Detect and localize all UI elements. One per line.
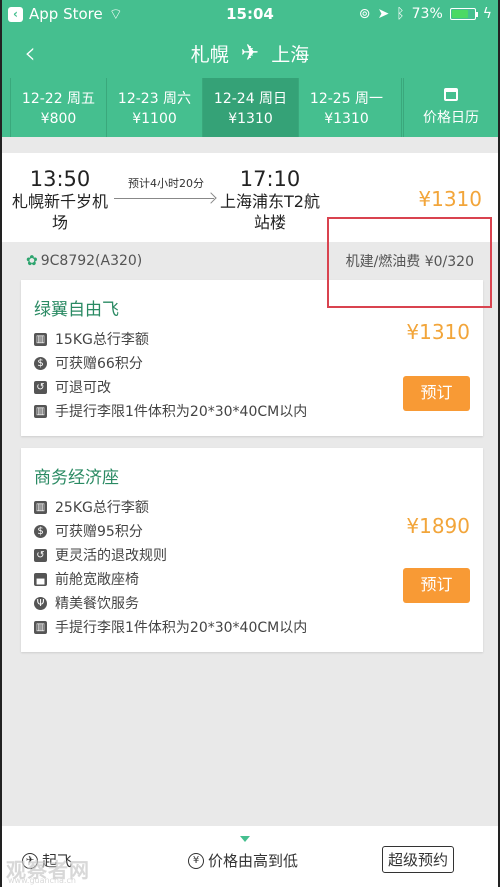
luggage-icon: ▥ — [34, 404, 47, 418]
arrival: 17:10 上海浦东T2航站楼 — [220, 167, 320, 233]
date-tab[interactable]: 12-24 周日 ¥1310 — [202, 78, 298, 137]
date-tab[interactable]: 12-23 周六 ¥1100 — [106, 78, 202, 137]
feature-item: $ 可获赠95积分 — [34, 519, 307, 543]
seat-icon: ▄ — [34, 572, 47, 586]
watermark-url: www.guancha.cn — [8, 876, 76, 885]
origin-city: 札幌 — [190, 44, 229, 66]
date-tab[interactable]: 12-25 周一 ¥1310 — [298, 78, 394, 137]
date-tab-date: 12-25 周一 — [309, 91, 384, 107]
bluetooth-icon: ᛒ — [396, 6, 405, 22]
yuan-icon: ¥ — [188, 852, 204, 869]
flight-duration: 预计4小时20分 — [128, 177, 204, 190]
cabin-title: 商务经济座 — [34, 468, 119, 488]
price-calendar-label: 价格日历 — [423, 110, 479, 126]
feature-item: ▥ 15KG总行李额 — [34, 327, 307, 351]
cabin-price: ¥1890 — [406, 514, 470, 538]
bottom-toolbar: ✈ 起飞 ¥ 价格由高到低 超级预约 观察者网 www.guancha.cn — [2, 826, 498, 887]
feature-text: 15KG总行李额 — [55, 332, 149, 348]
feature-text: 25KG总行李额 — [55, 500, 149, 516]
points-icon: $ — [34, 356, 47, 370]
feature-list: ▥ 25KG总行李额 $ 可获赠95积分 ↺ 更灵活的退改规则 ▄ 前舱宽敞座椅 Ψ 精美… — [34, 495, 307, 639]
feature-text: 前舱宽敞座椅 — [55, 572, 139, 588]
plane-icon: ✈ — [240, 41, 260, 66]
feature-list: ▥ 15KG总行李额 $ 可获赠66积分 ↺ 可退可改 ▥ 手提行李限1件体积为20*3… — [34, 327, 307, 423]
cabin-price: ¥1310 — [406, 320, 470, 344]
calendar-icon — [444, 88, 458, 101]
feature-text: 更灵活的退改规则 — [55, 548, 167, 564]
airline-logo-icon: ✿ — [26, 253, 38, 269]
feature-item: ▥ 手提行李限1件体积为20*30*40CM以内 — [34, 399, 307, 423]
flight-info-row: ✿ 9C8792(A320) 机建/燃油费 ¥0/320 — [2, 242, 498, 280]
airport-fuel-tax: 机建/燃油费 ¥0/320 — [345, 254, 474, 270]
feature-text: 可退可改 — [55, 380, 111, 396]
back-app-label[interactable]: App Store — [29, 5, 103, 23]
points-icon: $ — [34, 524, 47, 538]
refund-icon: ↺ — [34, 548, 47, 562]
back-to-app-icon[interactable]: ‹ — [8, 6, 23, 22]
book-button[interactable]: 预订 — [403, 376, 470, 411]
status-bar: ‹ App Store ⌔ 15:04 ⊚ ➤ ᛒ 73% ϟ — [2, 0, 498, 28]
meal-icon: Ψ — [34, 596, 47, 610]
date-tab-price: ¥800 — [40, 111, 77, 127]
price-calendar-button[interactable]: 价格日历 — [401, 78, 498, 137]
arrival-airport: 上海浦东T2航站楼 — [220, 192, 320, 232]
cabin-card: 绿翼自由飞 ▥ 15KG总行李额 $ 可获赠66积分 ↺ 可退可改 ▥ 手提行李限1件体… — [21, 280, 483, 436]
wifi-icon: ⌔ — [108, 4, 123, 23]
location-icon: ➤ — [377, 6, 390, 22]
refund-icon: ↺ — [34, 380, 47, 394]
clock-icon: ✈ — [22, 852, 38, 869]
sort-by-departure-label: 起飞 — [42, 852, 73, 870]
date-tab-date: 12-24 周日 — [213, 91, 288, 107]
book-button[interactable]: 预订 — [403, 568, 470, 603]
date-tab-price: ¥1100 — [132, 111, 177, 127]
flight-number: 9C8792(A320) — [40, 253, 143, 269]
date-tab-bar: 12-22 周五 ¥800 12-23 周六 ¥1100 12-24 周日 ¥1… — [2, 78, 498, 137]
charging-icon: ϟ — [482, 6, 492, 22]
arrival-time: 17:10 — [239, 167, 301, 191]
date-tab[interactable]: 12-22 周五 ¥800 — [10, 78, 106, 137]
feature-text: 手提行李限1件体积为20*30*40CM以内 — [55, 404, 308, 420]
flight-summary: 13:50 札幌新千岁机场 预计4小时20分 17:10 上海浦东T2航站楼 ¥… — [2, 153, 498, 242]
feature-item: ▥ 25KG总行李额 — [34, 495, 307, 519]
date-tab-date: 12-22 周五 — [21, 91, 96, 107]
feature-item: Ψ 精美餐饮服务 — [34, 591, 307, 615]
departure-airport: 札幌新千岁机场 — [11, 192, 108, 232]
super-booking-button[interactable]: 超级预约 — [382, 846, 455, 873]
sort-by-price-label: 价格由高到低 — [208, 852, 299, 870]
battery-percent: 73% — [411, 6, 443, 22]
luggage-icon: ▥ — [34, 500, 47, 514]
sort-by-departure[interactable]: ✈ 起飞 — [22, 850, 72, 871]
cabin-card: 商务经济座 ▥ 25KG总行李额 $ 可获赠95积分 ↺ 更灵活的退改规则 ▄ 前舱宽敞… — [21, 448, 483, 652]
rotation-lock-icon: ⊚ — [358, 6, 371, 22]
feature-text: 手提行李限1件体积为20*30*40CM以内 — [55, 620, 308, 636]
cabin-title: 绿翼自由飞 — [34, 300, 119, 320]
sort-indicator-icon — [240, 836, 250, 842]
battery-icon — [449, 8, 478, 20]
nav-bar: ‹ 札幌 ✈ 上海 — [2, 28, 498, 78]
lowest-price: ¥1310 — [418, 187, 482, 211]
page-title: 札幌 ✈ 上海 — [2, 40, 498, 67]
feature-item: ▥ 手提行李限1件体积为20*30*40CM以内 — [34, 615, 307, 639]
departure: 13:50 札幌新千岁机场 — [10, 167, 110, 233]
feature-text: 可获赠95积分 — [55, 524, 143, 540]
feature-item: $ 可获赠66积分 — [34, 351, 307, 375]
arrow-right-icon — [114, 198, 214, 199]
feature-item: ↺ 更灵活的退改规则 — [34, 543, 307, 567]
date-tab-price: ¥1310 — [228, 111, 273, 127]
luggage-icon: ▥ — [34, 332, 47, 346]
feature-text: 精美餐饮服务 — [55, 596, 139, 612]
sort-by-price[interactable]: ¥ 价格由高到低 — [188, 850, 298, 871]
feature-item: ▄ 前舱宽敞座椅 — [34, 567, 307, 591]
feature-item: ↺ 可退可改 — [34, 375, 307, 399]
date-tab-price: ¥1310 — [324, 111, 369, 127]
feature-text: 可获赠66积分 — [55, 356, 143, 372]
super-booking-label: 超级预约 — [388, 851, 449, 869]
destination-city: 上海 — [271, 44, 310, 66]
luggage-icon: ▥ — [34, 620, 47, 634]
date-tab-date: 12-23 周六 — [117, 91, 192, 107]
departure-time: 13:50 — [29, 167, 91, 191]
